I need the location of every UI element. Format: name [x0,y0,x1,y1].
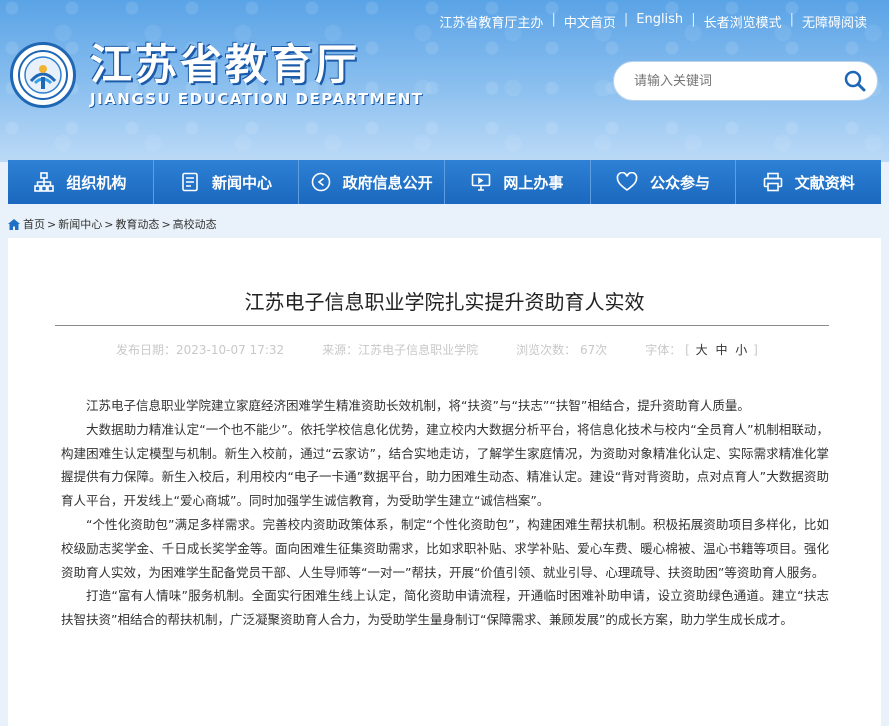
breadcrumb-edu-news[interactable]: 教育动态 [115,216,159,232]
font-small-button[interactable]: 小 [735,343,747,357]
font-large-button[interactable]: 大 [696,343,708,357]
divider: | [551,12,556,27]
site-title-en: JIANGSU EDUCATION DEPARTMENT [90,90,424,108]
nav-item-news[interactable]: 新闻中心 [154,160,300,204]
nav-item-gov-info[interactable]: 政府信息公开 [299,160,446,204]
elderly-mode-link[interactable]: 长者浏览模式 [696,12,790,31]
nav-label: 网上办事 [503,173,564,192]
nav-item-participation[interactable]: 公众参与 [591,160,737,204]
home-cn-link[interactable]: 中文首页 [556,12,624,31]
article-paragraph: 打造“富有人情味”服务机制。全面实行困难生线上认定，简化资助申请流程，开通临时困… [61,588,829,628]
main-nav: 组织机构 新闻中心 政府信息公开 网上办事 公众参与 文献资料 [8,160,881,204]
nav-label: 政府信息公开 [342,173,433,192]
site-header: 江苏省教育厅主办 | 中文首页 | English | 长者浏览模式 | 无障碍… [0,0,889,162]
document-icon [180,172,200,192]
host-label: 江苏省教育厅主办 [439,16,544,31]
breadcrumb-separator: > [47,217,57,231]
accessibility-link[interactable]: 无障碍阅读 [794,12,875,31]
article-paragraph: “个性化资助包”满足多样需求。完善校内资助政策体系，制定“个性化资助包”，构建困… [61,516,829,580]
bracket-close: ] [753,343,758,357]
nav-label: 文献资料 [794,173,855,192]
bracket-open: [ [685,343,690,357]
nav-item-documents[interactable]: 文献资料 [736,160,881,204]
view-count: 浏览次数： 67次 [516,343,608,357]
site-title-cn: 江苏省教育厅 [90,40,361,89]
breadcrumb-university-news[interactable]: 高校动态 [173,216,217,232]
font-size-control: 字体： [ 大 中 小 ] [645,341,758,358]
breadcrumb: 首页 > 新闻中心 > 教育动态 > 高校动态 [8,216,217,232]
play-circle-icon [311,172,331,192]
emblem-icon [10,42,76,108]
nav-item-online-service[interactable]: 网上办事 [445,160,591,204]
search-input[interactable] [632,72,836,90]
search-icon[interactable] [843,69,867,93]
article-meta: 发布日期：2023-10-07 17:32 来源：江苏电子信息职业学院 浏览次数… [116,341,758,358]
breadcrumb-home[interactable]: 首页 [23,216,45,232]
top-links: 江苏省教育厅主办 | 中文首页 | English | 长者浏览模式 | 无障碍… [431,12,875,31]
nav-item-organization[interactable]: 组织机构 [8,160,154,204]
article-source: 来源：江苏电子信息职业学院 [322,343,479,357]
breadcrumb-news[interactable]: 新闻中心 [58,216,102,232]
publish-date: 发布日期：2023-10-07 17:32 [116,343,285,357]
article-paragraph: 江苏电子信息职业学院建立家庭经济困难学生精准资助长效机制，将“扶资”与“扶志”“… [86,398,750,413]
article-title: 江苏电子信息职业学院扎实提升资助育人实效 [244,290,645,314]
title-divider [55,325,829,326]
home-icon [8,218,20,230]
divider: | [623,12,629,27]
article-body: 江苏电子信息职业学院建立家庭经济困难学生精准资助长效机制，将“扶资”与“扶志”“… [61,394,829,632]
search-box [613,61,878,101]
heart-icon [616,172,638,192]
english-link[interactable]: English [628,12,691,31]
breadcrumb-separator: > [104,217,114,231]
nav-label: 组织机构 [66,173,127,192]
font-size-label: 字体： [645,343,682,357]
org-chart-icon [34,172,55,192]
printer-icon [763,172,783,192]
divider: | [789,12,794,27]
breadcrumb-separator: > [161,217,171,231]
article-card: 江苏电子信息职业学院扎实提升资助育人实效 发布日期：2023-10-07 17:… [8,238,881,726]
site-logo[interactable]: 江苏省教育厅 JIANGSU EDUCATION DEPARTMENT [10,42,424,108]
nav-label: 新闻中心 [212,173,273,192]
article-paragraph: 大数据助力精准认定“一个也不能少”。依托学校信息化优势，建立校内大数据分析平台，… [61,421,829,509]
monitor-icon [471,172,491,192]
divider: | [691,12,696,27]
font-medium-button[interactable]: 中 [715,343,727,357]
nav-label: 公众参与 [650,173,711,192]
